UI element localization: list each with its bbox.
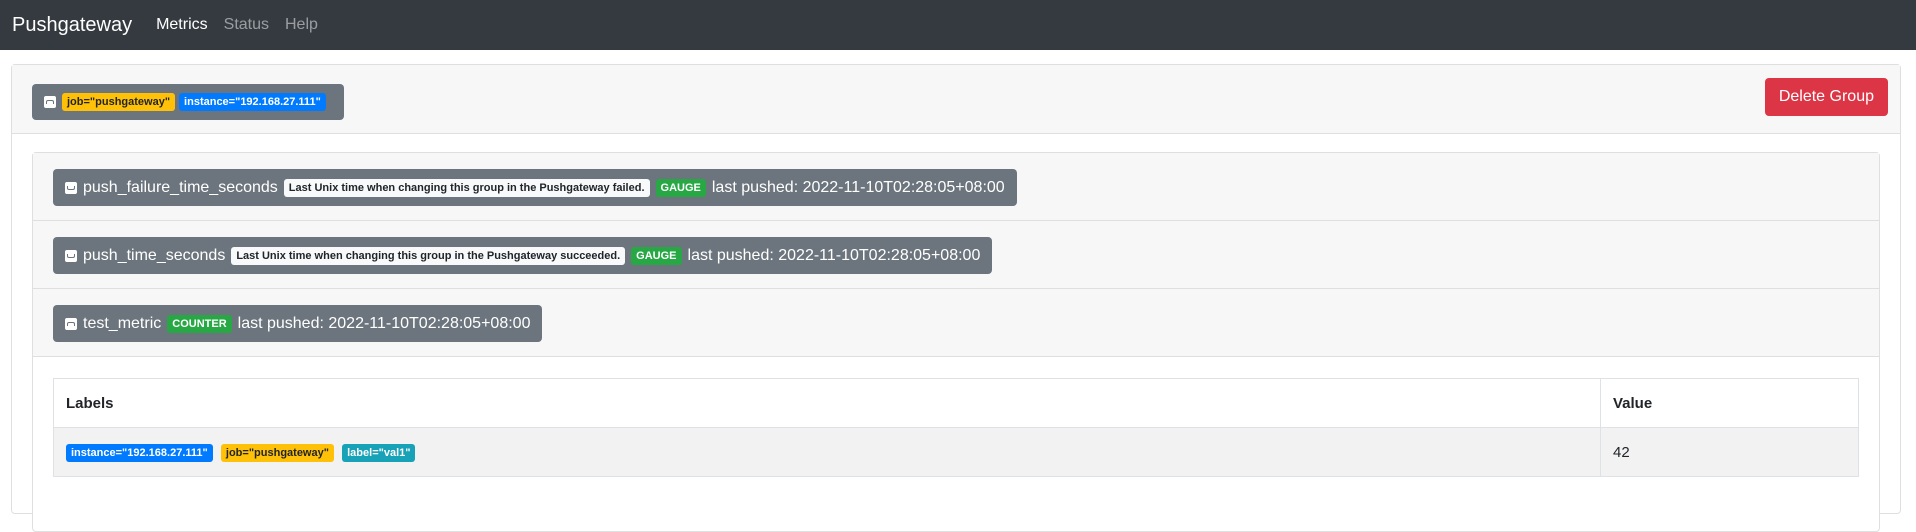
collapse-icon bbox=[44, 96, 56, 108]
column-header-value: Value bbox=[1600, 378, 1859, 428]
metric-table: Labels Value instance="192.168.27.111" j… bbox=[53, 378, 1859, 477]
metric-name: test_metric bbox=[83, 314, 162, 332]
group-header: job="pushgateway" instance="192.168.27.1… bbox=[12, 65, 1900, 134]
nav-link-help[interactable]: Help bbox=[285, 16, 318, 34]
metric-type-badge: GAUGE bbox=[631, 246, 682, 265]
label-badge-instance: instance="192.168.27.111" bbox=[66, 443, 213, 462]
label-badge-label: label="val1" bbox=[342, 443, 416, 462]
last-pushed-text: last pushed: 2022-11-10T02:28:05+08:00 bbox=[237, 314, 531, 332]
table-header-row: Labels Value bbox=[53, 378, 1859, 428]
metric-name: push_time_seconds bbox=[83, 246, 226, 264]
metric-help-badge: Last Unix time when changing this group … bbox=[231, 246, 626, 265]
metric-row: push_failure_time_seconds Last Unix time… bbox=[33, 153, 1879, 221]
last-pushed-text: last pushed: 2022-11-10T02:28:05+08:00 bbox=[711, 178, 1005, 196]
group-card: job="pushgateway" instance="192.168.27.1… bbox=[11, 64, 1901, 532]
nav-link-status[interactable]: Status bbox=[224, 16, 269, 34]
metric-toggle-button[interactable]: push_failure_time_seconds Last Unix time… bbox=[53, 169, 1017, 206]
delete-group-button[interactable]: Delete Group bbox=[1764, 78, 1888, 116]
expand-icon bbox=[65, 249, 77, 262]
metric-row: test_metric COUNTER last pushed: 2022-11… bbox=[33, 289, 1879, 357]
column-header-labels: Labels bbox=[53, 378, 1601, 428]
metric-toggle-button[interactable]: push_time_seconds Last Unix time when ch… bbox=[53, 237, 993, 274]
metric-row: push_time_seconds Last Unix time when ch… bbox=[33, 221, 1879, 289]
group-label-instance: instance="192.168.27.111" bbox=[179, 93, 326, 111]
expand-icon bbox=[65, 181, 77, 194]
brand-link[interactable]: Pushgateway bbox=[12, 14, 132, 37]
label-badge-job: job="pushgateway" bbox=[220, 443, 334, 462]
table-row: instance="192.168.27.111" job="pushgatew… bbox=[53, 427, 1859, 477]
metric-help-badge: Last Unix time when changing this group … bbox=[283, 178, 650, 197]
navbar: Pushgateway Metrics Status Help bbox=[0, 0, 1916, 50]
metric-type-badge: GAUGE bbox=[655, 178, 706, 197]
value-cell: 42 bbox=[1600, 427, 1859, 477]
last-pushed-text: last pushed: 2022-11-10T02:28:05+08:00 bbox=[687, 246, 981, 264]
metric-name: push_failure_time_seconds bbox=[83, 178, 278, 196]
metric-table-container: Labels Value instance="192.168.27.111" j… bbox=[53, 378, 1859, 477]
nav-link-metrics[interactable]: Metrics bbox=[156, 16, 208, 34]
collapse-icon bbox=[65, 317, 77, 330]
metrics-card: push_failure_time_seconds Last Unix time… bbox=[32, 152, 1880, 532]
metric-type-badge: COUNTER bbox=[167, 314, 232, 333]
labels-cell: instance="192.168.27.111" job="pushgatew… bbox=[53, 427, 1601, 477]
group-toggle-button[interactable]: job="pushgateway" instance="192.168.27.1… bbox=[32, 84, 344, 120]
group-label-job: job="pushgateway" bbox=[62, 93, 176, 111]
metric-toggle-button[interactable]: test_metric COUNTER last pushed: 2022-11… bbox=[53, 305, 543, 342]
